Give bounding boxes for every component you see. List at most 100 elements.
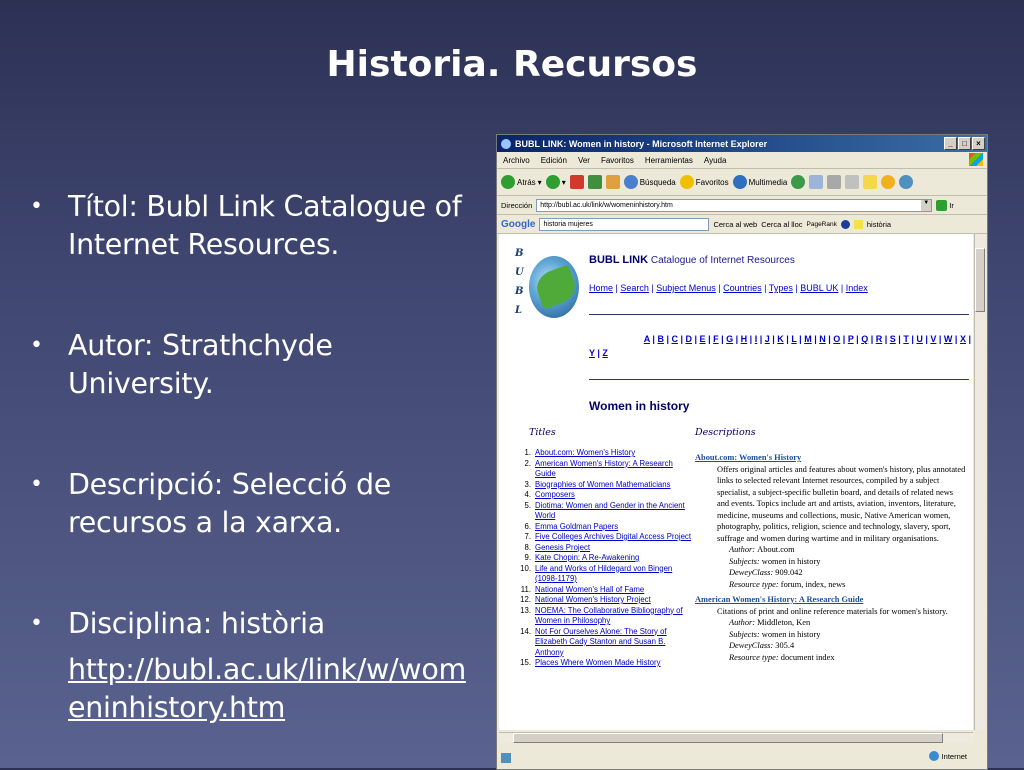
menu-item[interactable]: Edición — [541, 156, 567, 165]
title-link[interactable]: Not For Ourselves Alone: The Story of El… — [535, 627, 693, 659]
search-web-button[interactable]: Cerca al web — [713, 220, 757, 229]
print-button[interactable] — [827, 175, 842, 189]
people-button[interactable] — [899, 175, 914, 189]
scroll-thumb[interactable] — [513, 733, 943, 743]
star-icon — [679, 175, 694, 189]
title-link[interactable]: About.com: Women's History — [535, 448, 635, 459]
close-button[interactable]: × — [972, 137, 985, 150]
nav-link[interactable]: Countries — [723, 283, 762, 293]
menu-item[interactable]: Favoritos — [601, 156, 634, 165]
bullet-title: • Títol: Bubl Link Catalogue of Internet … — [30, 190, 462, 261]
multimedia-button[interactable]: Multimedia — [732, 175, 787, 189]
title-list-item: 1. About.com: Women's History — [524, 448, 636, 459]
nav-link[interactable]: Home — [589, 283, 613, 293]
edit-icon — [845, 175, 860, 189]
highlight-icon[interactable] — [853, 219, 863, 229]
alphabet-link[interactable]: Z — [602, 348, 608, 358]
title-link[interactable]: Biographies of Women Mathematicians — [535, 480, 671, 491]
history-button[interactable] — [791, 175, 806, 189]
back-button[interactable]: Atrás ▾ — [501, 175, 542, 189]
title-link[interactable]: Genesis Project — [535, 543, 590, 554]
note-icon — [863, 175, 878, 189]
messenger-button[interactable] — [881, 175, 896, 189]
refresh-icon — [587, 175, 602, 189]
pagerank-indicator[interactable]: PageRank — [807, 221, 837, 228]
bullet-description: • Descripció: Selecció de recursos a la x… — [30, 468, 391, 539]
nav-link[interactable]: Index — [846, 283, 868, 293]
description-title-link[interactable]: About.com: Women's History — [695, 452, 967, 464]
page-content: B U B L BUBL LINK Catalogue of Internet … — [499, 234, 973, 730]
title-link[interactable]: American Women's History: A Research Gui… — [535, 459, 693, 480]
menu-item[interactable]: Archivo — [503, 156, 530, 165]
description-body: Offers original articles and features ab… — [717, 464, 966, 543]
title-link[interactable]: Kate Chopin: A Re-Awakening — [535, 553, 639, 564]
people-icon — [899, 175, 914, 189]
smiley-icon — [881, 175, 896, 189]
search-button[interactable]: Búsqueda — [623, 175, 676, 189]
title-list-item: 6. Emma Goldman Papers — [524, 521, 619, 533]
stop-button[interactable] — [569, 175, 584, 189]
title-link[interactable]: Emma Goldman Papers — [535, 522, 618, 533]
nav-link[interactable]: Search — [620, 283, 649, 293]
vertical-scrollbar[interactable] — [974, 234, 985, 730]
alphabet-index: A | B | C | D | E | F | G | H | I | J | … — [589, 334, 971, 358]
title-link[interactable]: Life and Works of Hildegard von Bingen (… — [535, 564, 693, 585]
mail-icon — [809, 175, 824, 189]
notes-button[interactable] — [863, 175, 878, 189]
nav-link[interactable]: Types — [769, 283, 793, 293]
address-input[interactable]: http://bubl.ac.uk/link/w/womeninhistory.… — [536, 198, 933, 212]
favorites-button[interactable]: Favoritos — [679, 175, 729, 189]
scroll-thumb[interactable] — [975, 248, 985, 312]
nav-link[interactable]: BUBL UK — [800, 283, 838, 293]
minimize-button[interactable]: _ — [944, 137, 957, 150]
mail-button[interactable] — [809, 175, 824, 189]
title-link[interactable]: National Women's Hall of Fame — [535, 585, 644, 596]
title-list-item: 11. National Women's Hall of Fame — [520, 584, 645, 596]
title-link[interactable]: Five Colleges Archives Digital Access Pr… — [535, 532, 691, 543]
title-link[interactable]: Places Where Women Made History — [535, 658, 661, 669]
address-dropdown-icon[interactable]: ▼ — [921, 199, 932, 211]
google-history-button[interactable]: història — [867, 220, 891, 229]
resource-link[interactable]: http://bubl.ac.uk/link/w/womeninhistory.… — [68, 651, 480, 727]
home-button[interactable] — [605, 175, 620, 189]
windows-logo-icon — [969, 153, 983, 166]
title-link[interactable]: Diotima: Women and Gender in the Ancient… — [535, 501, 693, 522]
menu-bar: Archivo Edición Ver Favoritos Herramientas Ay… — [497, 152, 987, 169]
google-search-input[interactable]: historia mujeres — [539, 217, 710, 231]
title-link[interactable]: National Women's History Project — [535, 595, 651, 606]
address-bar: Dirección http://bubl.ac.uk/link/w/women… — [497, 196, 987, 215]
search-icon — [623, 175, 638, 189]
go-button[interactable]: Ir — [936, 199, 954, 211]
nav-link[interactable]: Subject Menus — [656, 283, 716, 293]
back-arrow-icon — [501, 175, 515, 189]
internet-zone: Internet — [928, 751, 967, 761]
menu-item[interactable]: Herramientas — [645, 156, 693, 165]
title-link[interactable]: Composers — [535, 490, 575, 501]
title-list-item: 14. Not For Ourselves Alone: The Story of… — [513, 627, 693, 659]
ie-icon — [501, 138, 511, 149]
google-logo[interactable]: Google — [501, 219, 535, 230]
search-site-button[interactable]: Cerca al lloc — [761, 220, 802, 229]
info-icon[interactable] — [840, 219, 850, 229]
description-entry: About.com: Women's History Offers origina… — [695, 452, 967, 589]
alphabet-link[interactable]: M — [804, 334, 812, 344]
maximize-button[interactable]: □ — [958, 137, 971, 150]
menu-item[interactable]: Ver — [578, 156, 590, 165]
horizontal-scrollbar[interactable] — [499, 732, 973, 743]
title-list-item: 8. Genesis Project — [524, 542, 591, 554]
forward-button[interactable]: ▾ — [545, 175, 566, 189]
bullet-discipline: • Disciplina: història http://bubl.ac.uk/… — [30, 605, 480, 727]
media-icon — [732, 175, 747, 189]
edit-button[interactable] — [845, 175, 860, 189]
globe-icon — [928, 751, 939, 761]
title-list-item: 9. Kate Chopin: A Re-Awakening — [524, 553, 640, 564]
description-title-link[interactable]: American Women's History: A Research Gui… — [695, 594, 967, 606]
print-icon — [827, 175, 842, 189]
title-link[interactable]: NOEMA: The Collaborative Bibliography of… — [535, 606, 693, 627]
refresh-button[interactable] — [587, 175, 602, 189]
menu-item[interactable]: Ayuda — [704, 156, 727, 165]
go-arrow-icon — [936, 199, 948, 211]
title-list-item: 7. Five Colleges Archives Digital Access … — [524, 532, 691, 543]
nav-links: Home | Search | Subject Menus | Countrie… — [589, 283, 868, 293]
stop-icon — [569, 175, 584, 189]
